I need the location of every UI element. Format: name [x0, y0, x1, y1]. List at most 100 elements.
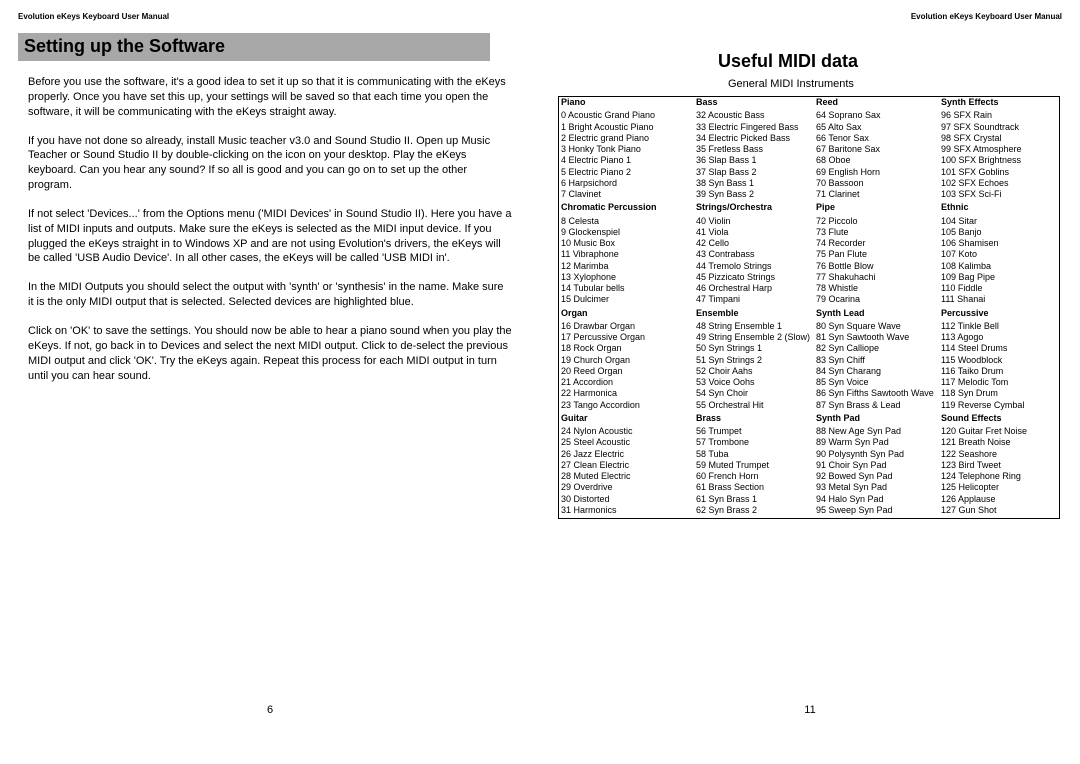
instrument-item: 92 Bowed Syn Pad [816, 471, 937, 482]
body-text-left: Before you use the software, it's a good… [28, 75, 512, 383]
instrument-item: 125 Helicopter [941, 482, 1057, 493]
instrument-item: 9 Glockenspiel [561, 227, 692, 238]
instrument-column: 120 Guitar Fret Noise121 Breath Noise122… [939, 426, 1059, 518]
group-header: Reed [814, 97, 939, 110]
instrument-item: 59 Muted Trumpet [696, 460, 812, 471]
header-right: Evolution eKeys Keyboard User Manual [558, 12, 1062, 21]
instrument-item: 121 Breath Noise [941, 437, 1057, 448]
right-title: Useful MIDI data [558, 51, 1062, 72]
instrument-item: 46 Orchestral Harp [696, 283, 812, 294]
page-number-right: 11 [804, 704, 815, 716]
instrument-item: 101 SFX Goblins [941, 167, 1057, 178]
instrument-item: 0 Acoustic Grand Piano [561, 110, 692, 121]
group-header: Ethnic [939, 202, 1059, 215]
instrument-item: 52 Choir Aahs [696, 366, 812, 377]
instrument-item: 27 Clean Electric [561, 460, 692, 471]
instrument-item: 90 Polysynth Syn Pad [816, 449, 937, 460]
instrument-item: 87 Syn Brass & Lead [816, 400, 937, 411]
group-header: Ensemble [694, 308, 814, 321]
instrument-item: 112 Tinkle Bell [941, 321, 1057, 332]
instrument-item: 61 Brass Section [696, 482, 812, 493]
instrument-item: 79 Ocarina [816, 294, 937, 305]
paragraph: In the MIDI Outputs you should select th… [28, 280, 512, 310]
instrument-item: 96 SFX Rain [941, 110, 1057, 121]
instrument-item: 7 Clavinet [561, 189, 692, 200]
section-title: Setting up the Software [18, 33, 490, 61]
instrument-item: 32 Acoustic Bass [696, 110, 812, 121]
instrument-item: 74 Recorder [816, 238, 937, 249]
instrument-item: 113 Agogo [941, 332, 1057, 343]
instrument-item: 36 Slap Bass 1 [696, 155, 812, 166]
right-subtitle: General MIDI Instruments [558, 78, 1062, 90]
instrument-column: 24 Nylon Acoustic25 Steel Acoustic26 Jaz… [559, 426, 694, 518]
group-header: Percussive [939, 308, 1059, 321]
instrument-item: 78 Whistle [816, 283, 937, 294]
group-header: Synth Lead [814, 308, 939, 321]
instrument-item: 15 Dulcimer [561, 294, 692, 305]
instrument-column: 56 Trumpet57 Trombone58 Tuba59 Muted Tru… [694, 426, 814, 518]
instrument-item: 100 SFX Brightness [941, 155, 1057, 166]
instrument-item: 89 Warm Syn Pad [816, 437, 937, 448]
instrument-item: 91 Choir Syn Pad [816, 460, 937, 471]
paragraph: Before you use the software, it's a good… [28, 75, 512, 120]
group-header: Organ [559, 308, 694, 321]
instrument-column: 96 SFX Rain97 SFX Soundtrack98 SFX Cryst… [939, 110, 1059, 202]
right-page: Evolution eKeys Keyboard User Manual Use… [540, 0, 1080, 764]
instrument-item: 111 Shanai [941, 294, 1057, 305]
group-header: Pipe [814, 202, 939, 215]
group-header: Strings/Orchestra [694, 202, 814, 215]
instrument-column: 0 Acoustic Grand Piano1 Bright Acoustic … [559, 110, 694, 202]
instrument-item: 124 Telephone Ring [941, 471, 1057, 482]
instrument-item: 10 Music Box [561, 238, 692, 249]
instrument-item: 102 SFX Echoes [941, 178, 1057, 189]
instrument-column: 32 Acoustic Bass33 Electric Fingered Bas… [694, 110, 814, 202]
instrument-item: 58 Tuba [696, 449, 812, 460]
instrument-item: 105 Banjo [941, 227, 1057, 238]
instrument-item: 18 Rock Organ [561, 343, 692, 354]
instrument-item: 95 Sweep Syn Pad [816, 505, 937, 516]
instrument-item: 55 Orchestral Hit [696, 400, 812, 411]
instrument-item: 17 Percussive Organ [561, 332, 692, 343]
instrument-item: 40 Violin [696, 216, 812, 227]
instrument-item: 35 Fretless Bass [696, 144, 812, 155]
instrument-item: 38 Syn Bass 1 [696, 178, 812, 189]
instrument-column: 112 Tinkle Bell113 Agogo114 Steel Drums1… [939, 321, 1059, 413]
group-header: Piano [559, 97, 694, 110]
instrument-item: 28 Muted Electric [561, 471, 692, 482]
instrument-item: 109 Bag Pipe [941, 272, 1057, 283]
instrument-column: 104 Sitar105 Banjo106 Shamisen107 Koto10… [939, 216, 1059, 308]
instrument-item: 1 Bright Acoustic Piano [561, 122, 692, 133]
instrument-item: 45 Pizzicato Strings [696, 272, 812, 283]
instrument-item: 12 Marimba [561, 261, 692, 272]
instrument-column: 72 Piccolo73 Flute74 Recorder75 Pan Flut… [814, 216, 939, 308]
instrument-item: 75 Pan Flute [816, 249, 937, 260]
instrument-item: 123 Bird Tweet [941, 460, 1057, 471]
instrument-item: 37 Slap Bass 2 [696, 167, 812, 178]
group-header: Synth Pad [814, 413, 939, 426]
paragraph: If you have not done so already, install… [28, 134, 512, 193]
instrument-item: 6 Harpsichord [561, 178, 692, 189]
instrument-item: 25 Steel Acoustic [561, 437, 692, 448]
instrument-item: 56 Trumpet [696, 426, 812, 437]
instrument-item: 73 Flute [816, 227, 937, 238]
instrument-item: 127 Gun Shot [941, 505, 1057, 516]
instrument-item: 33 Electric Fingered Bass [696, 122, 812, 133]
instrument-item: 126 Applause [941, 494, 1057, 505]
instrument-item: 84 Syn Charang [816, 366, 937, 377]
instrument-item: 108 Kalimba [941, 261, 1057, 272]
instrument-item: 23 Tango Accordion [561, 400, 692, 411]
instrument-item: 44 Tremolo Strings [696, 261, 812, 272]
instrument-item: 61 Syn Brass 1 [696, 494, 812, 505]
instrument-item: 11 Vibraphone [561, 249, 692, 260]
instrument-item: 80 Syn Square Wave [816, 321, 937, 332]
instrument-item: 76 Bottle Blow [816, 261, 937, 272]
instrument-item: 39 Syn Bass 2 [696, 189, 812, 200]
instrument-item: 34 Electric Picked Bass [696, 133, 812, 144]
instrument-item: 70 Bassoon [816, 178, 937, 189]
group-header: Guitar [559, 413, 694, 426]
instrument-column: 8 Celesta9 Glockenspiel10 Music Box11 Vi… [559, 216, 694, 308]
instrument-item: 106 Shamisen [941, 238, 1057, 249]
instrument-column: 80 Syn Square Wave81 Syn Sawtooth Wave82… [814, 321, 939, 413]
instrument-item: 85 Syn Voice [816, 377, 937, 388]
instrument-item: 93 Metal Syn Pad [816, 482, 937, 493]
